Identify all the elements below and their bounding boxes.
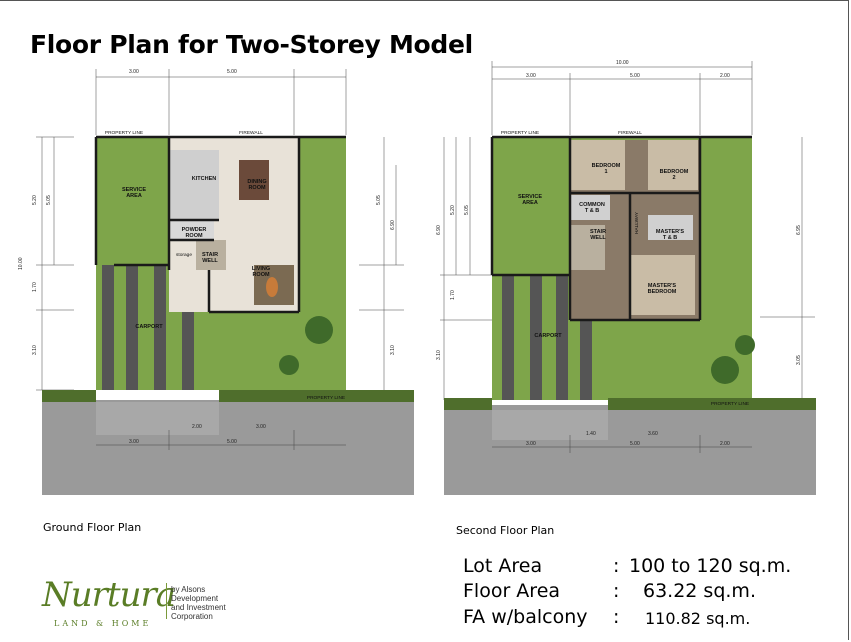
ground-floor-caption: Ground Floor Plan — [43, 521, 142, 534]
second-dim-right-2: 3.05 — [796, 355, 802, 365]
spec-fa-balcony-label: FA w/balcony — [463, 606, 588, 628]
ground-floor-plan: 3.00 5.00 5.20 5.05 10.00 1.70 3.10 5.05… — [18, 69, 414, 495]
second-stair-label: STAIR WELL — [590, 229, 606, 241]
ground-coffee-table — [266, 277, 278, 297]
spec-lot-area: Lot Area : 100 to 120 sq.m. — [463, 555, 791, 577]
second-dim-bottom-1: 1.40 — [586, 431, 596, 437]
second-dim-left-5: 3.10 — [436, 350, 442, 360]
second-dim-top-4: 2.00 — [720, 73, 730, 79]
ground-dim-top-1: 3.00 — [129, 69, 139, 75]
ground-kitchen-floor — [169, 150, 219, 220]
spec-lot-area-value: 100 to 120 sq.m. — [629, 555, 792, 577]
spec-floor-area-label: Floor Area — [463, 580, 561, 602]
logo-separator — [166, 583, 167, 619]
nurtura-logo: Nurtura LAND & HOME by Alsons Developmen… — [42, 575, 242, 635]
ground-kitchen-label: KITCHEN — [192, 176, 216, 182]
second-floor-caption: Second Floor Plan — [456, 524, 555, 537]
spec-fa-balcony-colon: : — [613, 606, 620, 628]
spec-floor-area-colon: : — [613, 580, 620, 602]
ground-dim-left-1: 5.20 — [32, 195, 38, 205]
ground-firewall-label: FIREWALL — [239, 130, 263, 136]
logo-corp-line1: by Alsons — [171, 585, 206, 594]
second-hedge-left — [444, 398, 492, 410]
second-bedroom2-floor — [648, 140, 698, 190]
spec-floor-area-value: 63.22 sq.m. — [643, 580, 756, 602]
ground-storage-label: storage — [176, 252, 192, 258]
ground-dim-bottom-2: 5.00 — [227, 439, 237, 445]
second-tree-1 — [711, 356, 739, 384]
ground-carport-label: CARPORT — [135, 324, 163, 330]
ground-property-line-bottom: PROPERTY LINE — [307, 395, 345, 401]
second-dim-left-2: 5.20 — [450, 205, 456, 215]
second-property-line-label: PROPERTY LINE — [501, 130, 539, 136]
ground-dim-right-3: 3.10 — [390, 345, 396, 355]
logo-brand: Nurtura — [42, 575, 176, 615]
spec-fa-balcony: FA w/balcony : 110.82 sq.m. — [463, 606, 750, 628]
logo-corp-line3: and Investment — [171, 603, 226, 612]
ground-dim-bottom-3: 2.00 — [192, 424, 202, 430]
second-firewall-label: FIREWALL — [618, 130, 642, 136]
spec-fa-balcony-value: 110.82 sq.m. — [645, 609, 751, 628]
second-dim-top-2: 3.00 — [526, 73, 536, 79]
second-property-line-bottom: PROPERTY LINE — [711, 401, 749, 407]
second-dim-top-3: 5.00 — [630, 73, 640, 79]
spec-lot-area-colon: : — [613, 555, 620, 577]
ground-dining-label: DINING ROOM — [247, 179, 266, 191]
ground-dim-top-2: 5.00 — [227, 69, 237, 75]
spec-lot-area-label: Lot Area — [463, 555, 543, 577]
ground-dim-right-1: 5.05 — [376, 195, 382, 205]
second-floor-plan: 10.00 3.00 5.00 2.00 6.90 5.20 5.05 1.70… — [436, 60, 816, 495]
ground-dim-left-4: 1.70 — [32, 282, 38, 292]
ground-hedge-left — [42, 390, 96, 402]
ground-property-line-label: PROPERTY LINE — [105, 130, 143, 136]
second-dim-bottom-5: 2.00 — [720, 441, 730, 447]
ground-dim-bottom-4: 3.00 — [256, 424, 266, 430]
ground-left-dimensions — [36, 136, 74, 391]
ground-dim-left-3: 10.00 — [18, 257, 24, 270]
ground-tree-1 — [305, 316, 333, 344]
second-left-dimensions — [440, 137, 492, 400]
second-dim-bottom-4: 5.00 — [630, 441, 640, 447]
second-dim-left-3: 5.05 — [464, 205, 470, 215]
ground-right-dimensions — [359, 137, 404, 390]
logo-corp-line4: Corporation — [171, 612, 213, 621]
second-dim-top-1: 10.00 — [616, 60, 629, 66]
logo-corp-line2: Development — [171, 594, 219, 603]
second-right-dimensions — [760, 137, 815, 400]
second-carport-label: CARPORT — [534, 333, 562, 339]
second-dim-left-4: 1.70 — [450, 290, 456, 300]
ground-dim-right-2: 6.90 — [390, 220, 396, 230]
spec-floor-area: Floor Area : 63.22 sq.m. — [463, 580, 756, 602]
logo-corporation: by Alsons Development and Investment Cor… — [171, 585, 251, 621]
ground-dim-left-5: 3.10 — [32, 345, 38, 355]
ground-dim-bottom-1: 3.00 — [129, 439, 139, 445]
second-dim-bottom-2: 3.60 — [648, 431, 658, 437]
ground-stair-label: STAIR WELL — [202, 252, 218, 264]
ground-living-label: LIVING ROOM — [252, 266, 270, 278]
second-dim-bottom-3: 3.00 — [526, 441, 536, 447]
ground-dim-left-2: 5.05 — [46, 195, 52, 205]
ground-tree-2 — [279, 355, 299, 375]
second-masters-bedroom-label: MASTER'S BEDROOM — [648, 283, 677, 295]
second-tree-2 — [735, 335, 755, 355]
second-hallway-label: HALLWAY — [634, 211, 640, 234]
ground-top-dimensions — [95, 69, 347, 135]
ground-driveway — [96, 402, 219, 435]
second-dim-right-1: 6.95 — [796, 225, 802, 235]
second-dim-left-1: 6.90 — [436, 225, 442, 235]
logo-subtitle: LAND & HOME — [54, 619, 152, 628]
